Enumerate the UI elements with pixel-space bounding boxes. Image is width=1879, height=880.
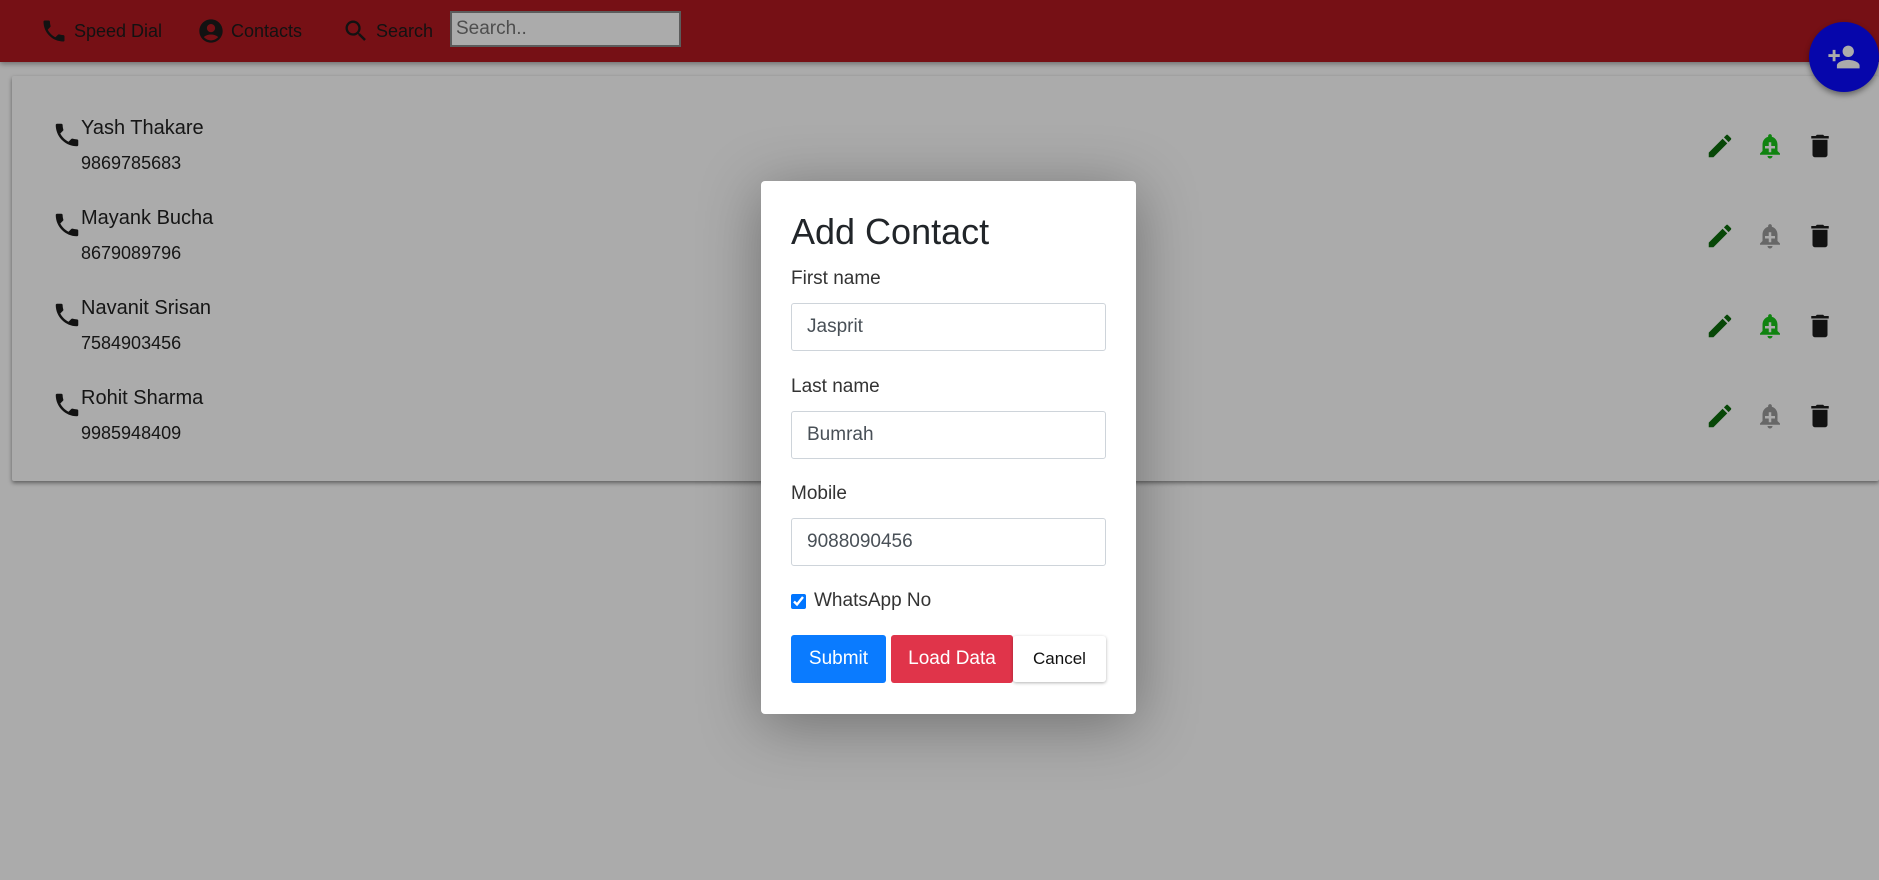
whatsapp-option: WhatsApp No bbox=[791, 590, 931, 612]
whatsapp-label[interactable]: WhatsApp No bbox=[814, 590, 931, 612]
mobile-field[interactable] bbox=[791, 518, 1106, 566]
mobile-label: Mobile bbox=[791, 483, 847, 504]
load-data-button[interactable]: Load Data bbox=[891, 635, 1013, 683]
submit-button[interactable]: Submit bbox=[791, 635, 886, 683]
dialog-title: Add Contact bbox=[791, 211, 990, 252]
first-name-field[interactable] bbox=[791, 303, 1106, 351]
first-name-label: First name bbox=[791, 268, 881, 289]
cancel-button[interactable]: Cancel bbox=[1013, 636, 1106, 682]
add-contact-dialog: Add Contact First name Last name Mobile … bbox=[761, 181, 1136, 714]
last-name-label: Last name bbox=[791, 376, 880, 397]
last-name-field[interactable] bbox=[791, 411, 1106, 459]
whatsapp-checkbox[interactable] bbox=[791, 593, 806, 609]
